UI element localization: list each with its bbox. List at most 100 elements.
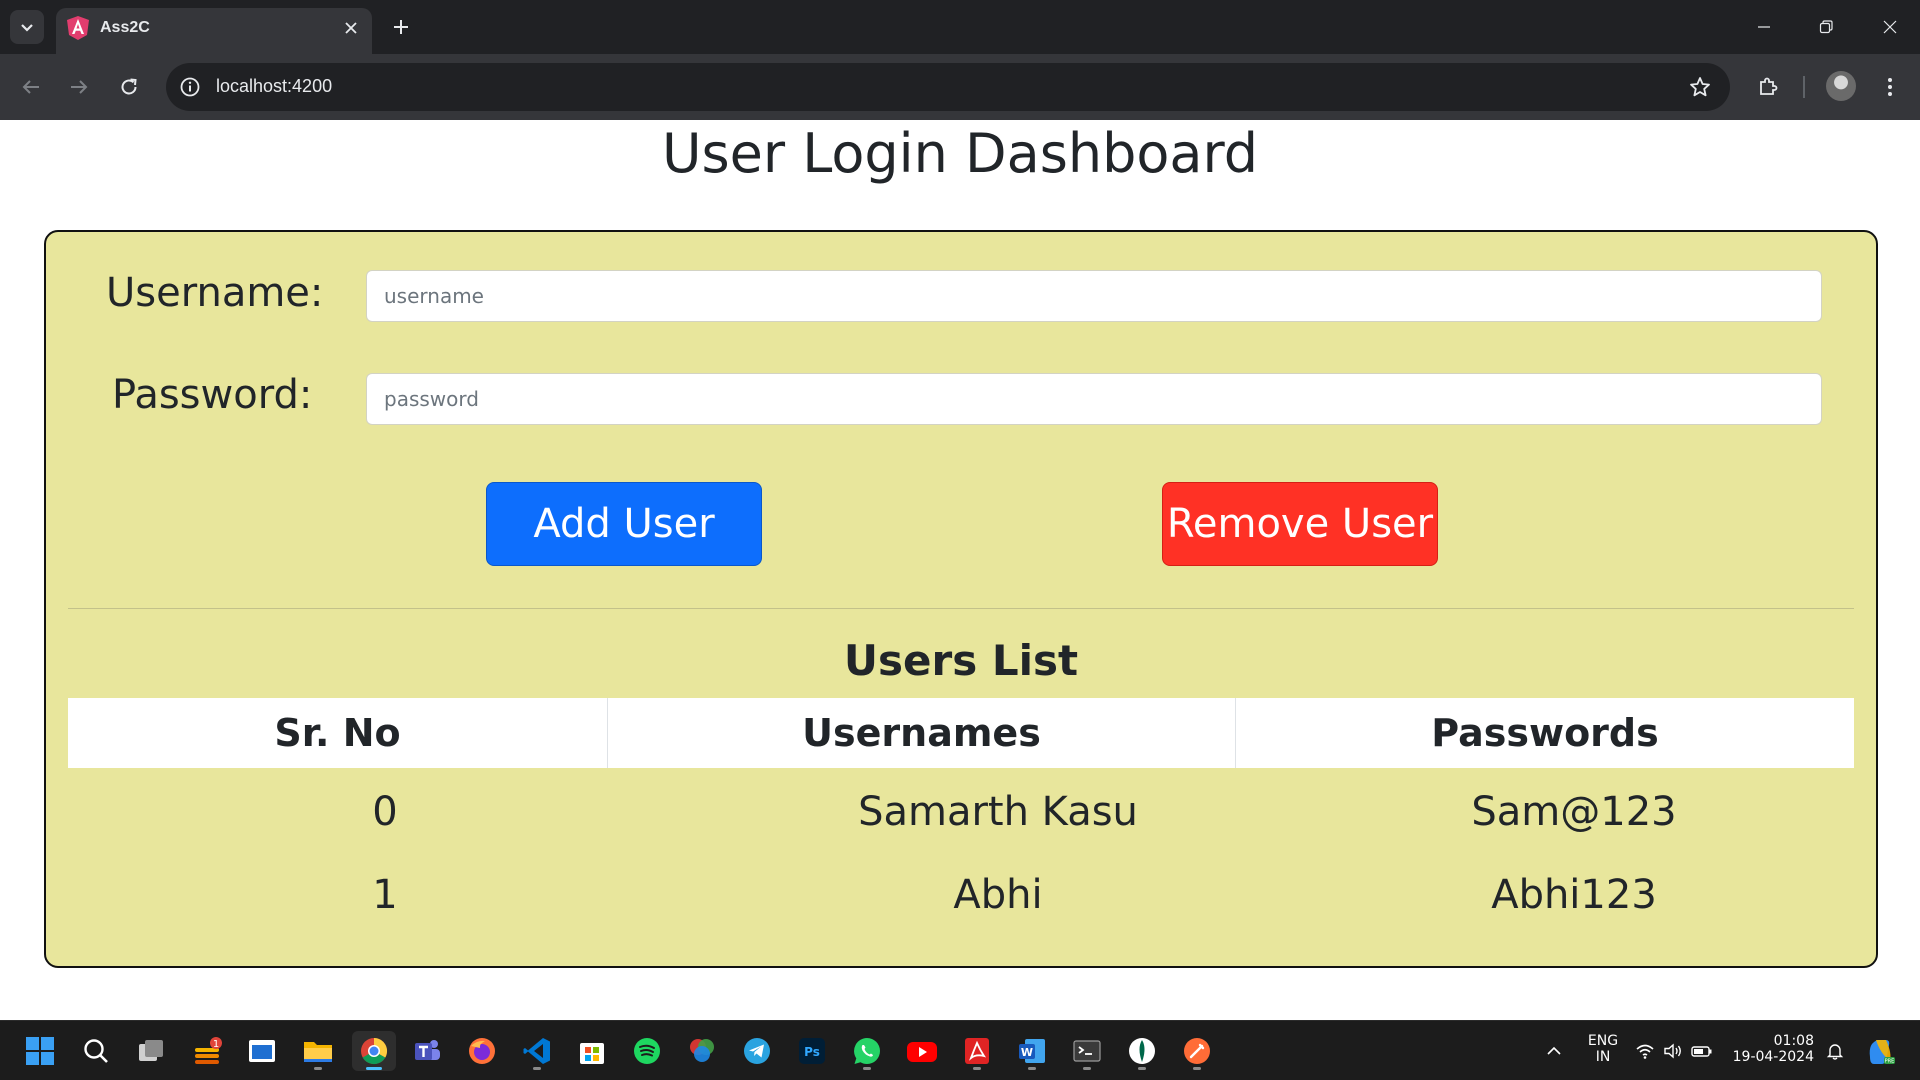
cell-password: Sam@123 [1471, 789, 1677, 835]
close-icon [1883, 20, 1897, 34]
running-indicator [314, 1067, 322, 1070]
task-view-icon [139, 1040, 163, 1061]
youtube-button[interactable] [902, 1031, 942, 1071]
search-icon [84, 1039, 108, 1063]
acrobat-button[interactable] [957, 1031, 997, 1071]
chrome-taskbar-button[interactable] [352, 1031, 396, 1071]
vscode-icon [523, 1038, 550, 1064]
word-button[interactable]: W [1012, 1031, 1052, 1071]
language-indicator[interactable]: ENG IN [1582, 1033, 1624, 1065]
remove-user-button[interactable]: Remove User [1162, 482, 1438, 566]
vscode-button[interactable] [517, 1031, 557, 1071]
users-table-header: Sr. No Usernames Passwords [68, 698, 1854, 768]
running-indicator [1083, 1067, 1091, 1070]
kebab-menu-icon [1888, 78, 1892, 96]
cell-sr-no: 0 [372, 789, 398, 835]
spotify-button[interactable] [627, 1031, 667, 1071]
user-form-card: Username: Password: Add User Remove User… [44, 230, 1878, 968]
cell-password: Abhi123 [1491, 872, 1657, 918]
chevron-down-icon [21, 24, 33, 32]
chrome-menu-button[interactable] [1876, 73, 1904, 101]
whatsapp-button[interactable] [847, 1031, 887, 1071]
reload-button[interactable] [112, 70, 146, 104]
widgets-icon: 1 [195, 1037, 222, 1064]
davinci-button[interactable] [682, 1031, 722, 1071]
notifications-button[interactable] [1815, 1031, 1855, 1071]
start-button[interactable] [20, 1031, 60, 1071]
store-button[interactable] [572, 1031, 612, 1071]
password-input[interactable] [366, 373, 1822, 425]
mongodb-compass-button[interactable] [1122, 1031, 1162, 1071]
quick-settings-button[interactable] [1626, 1031, 1722, 1071]
restore-button[interactable] [1806, 12, 1846, 42]
tab-search-button[interactable] [10, 10, 44, 44]
section-divider [68, 608, 1854, 609]
windows-start-icon [26, 1037, 54, 1065]
users-list-title: Users List [843, 636, 1079, 685]
mongodb-compass-icon [1129, 1038, 1155, 1064]
column-header-usernames: Usernames [608, 698, 1236, 768]
puzzle-icon [1760, 77, 1778, 95]
telegram-button[interactable] [737, 1031, 777, 1071]
profile-avatar[interactable] [1826, 71, 1856, 101]
cell-username: Abhi [953, 872, 1043, 918]
clock[interactable]: 01:08 19-04-2024 [1730, 1033, 1814, 1065]
back-button[interactable] [14, 70, 48, 104]
copilot-button[interactable]: PRE [1860, 1031, 1900, 1071]
extensions-button[interactable] [1754, 73, 1782, 101]
column-header-sr-no: Sr. No [68, 698, 608, 768]
tab-close-button[interactable] [338, 15, 364, 41]
close-window-button[interactable] [1870, 12, 1910, 42]
terminal-button[interactable] [1067, 1031, 1107, 1071]
postman-icon [1184, 1038, 1210, 1064]
bookmark-star-icon[interactable] [1688, 75, 1712, 99]
bell-icon [1826, 1044, 1844, 1060]
active-indicator [366, 1067, 382, 1070]
spotify-icon [634, 1038, 660, 1064]
task-view-button[interactable] [131, 1031, 171, 1071]
widgets-button[interactable]: 1 [187, 1031, 227, 1071]
running-indicator [973, 1067, 981, 1070]
photoshop-button[interactable]: Ps [792, 1031, 832, 1071]
browser-tab-active[interactable]: Ass2C [56, 8, 372, 54]
forward-button[interactable] [62, 70, 96, 104]
minimize-icon [1758, 26, 1770, 28]
dev-home-button[interactable] [242, 1031, 282, 1071]
username-input[interactable] [366, 270, 1822, 322]
file-explorer-icon [304, 1042, 332, 1062]
add-user-button[interactable]: Add User [486, 482, 762, 566]
svg-text:W: W [1021, 1046, 1033, 1059]
store-icon [580, 1043, 604, 1064]
running-indicator [1028, 1067, 1036, 1070]
address-bar[interactable]: localhost:4200 [166, 63, 1730, 111]
region-code: IN [1595, 1049, 1611, 1065]
chevron-up-icon [1547, 1046, 1561, 1055]
widgets-badge: 1 [213, 1039, 219, 1050]
clock-date: 19-04-2024 [1732, 1049, 1814, 1065]
arrow-left-icon [22, 80, 39, 94]
windows-taskbar: 1 Ps W ENG IN 01:08 19-04-2024 PRE [0, 1020, 1920, 1080]
firefox-button[interactable] [462, 1031, 502, 1071]
running-indicator [1138, 1067, 1146, 1070]
running-indicator [1193, 1067, 1201, 1070]
tab-title: Ass2C [100, 19, 150, 36]
battery-icon [1691, 1046, 1712, 1057]
teams-icon [415, 1040, 440, 1060]
running-indicator [533, 1067, 541, 1070]
password-label: Password: [112, 372, 313, 418]
teams-button[interactable] [407, 1031, 447, 1071]
column-header-passwords: Passwords [1431, 711, 1659, 755]
word-icon: W [1019, 1039, 1045, 1063]
taskbar-search-button[interactable] [76, 1031, 116, 1071]
show-hidden-icons-button[interactable] [1534, 1031, 1574, 1071]
close-icon [345, 22, 357, 34]
site-info-icon[interactable] [178, 75, 202, 99]
url-text[interactable]: localhost:4200 [216, 76, 332, 97]
file-explorer-button[interactable] [298, 1031, 338, 1071]
browser-toolbar: localhost:4200 [0, 54, 1920, 120]
new-tab-button[interactable] [386, 12, 416, 42]
page-title: User Login Dashboard [661, 122, 1259, 185]
postman-button[interactable] [1177, 1031, 1217, 1071]
wifi-icon [1636, 1044, 1654, 1059]
minimize-button[interactable] [1744, 12, 1784, 42]
